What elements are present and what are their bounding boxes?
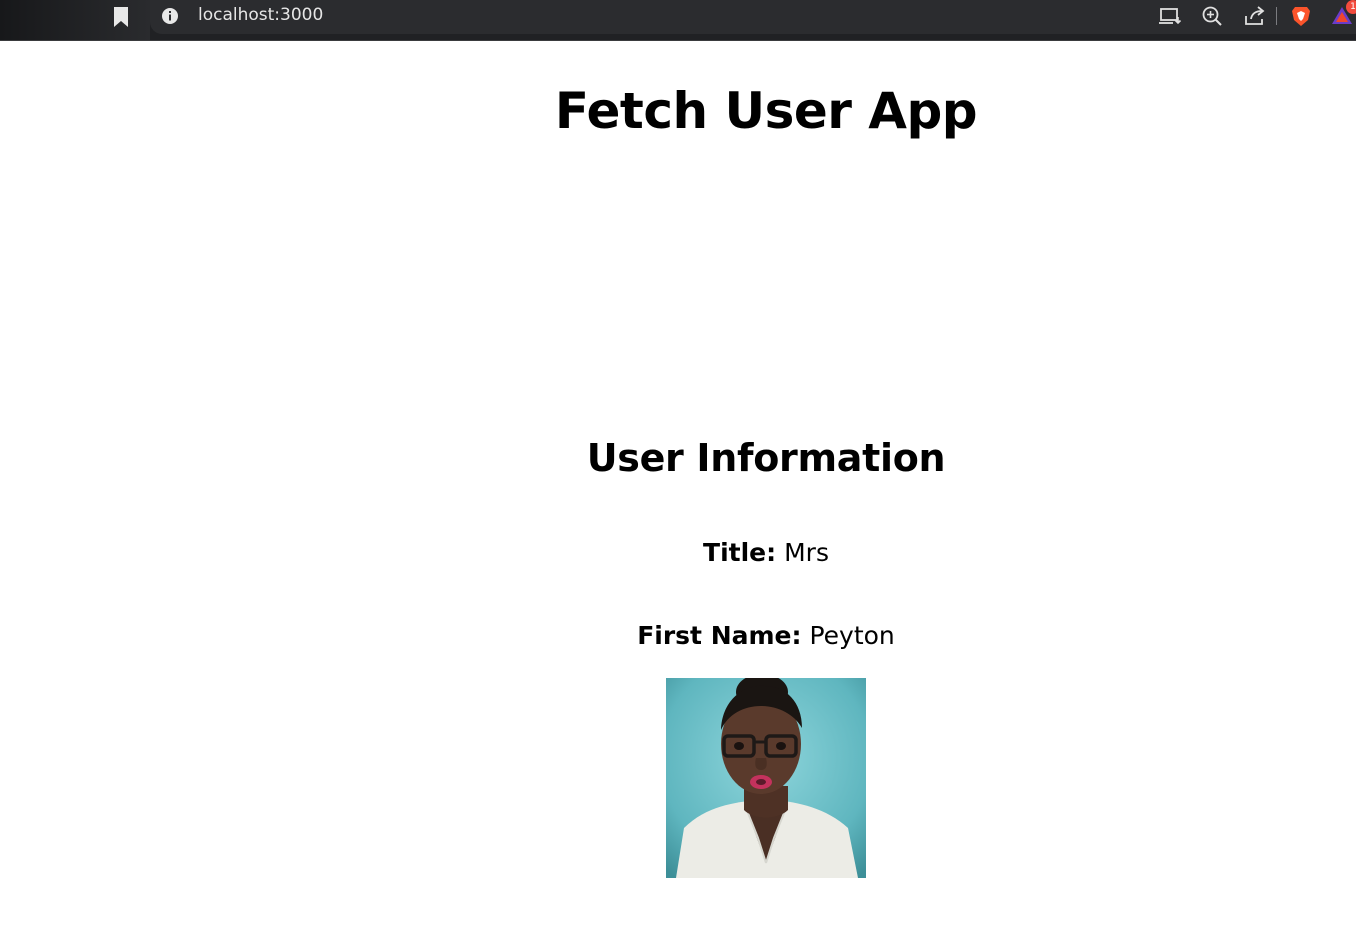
toolbar-separator: [1276, 7, 1277, 25]
browser-toolbar: localhost:3000 1: [0, 0, 1356, 41]
first-name-label: First Name:: [637, 621, 802, 650]
notification-badge: 1: [1346, 0, 1356, 14]
title-field: Title: Mrs: [0, 538, 1356, 567]
section-title: User Information: [586, 436, 946, 480]
title-value: Mrs: [784, 538, 829, 567]
url-text[interactable]: localhost:3000: [198, 4, 323, 26]
page-title: Fetch User App: [554, 82, 978, 140]
brave-shield-icon[interactable]: [1289, 4, 1313, 28]
bookmark-icon[interactable]: [113, 6, 129, 28]
site-info-icon[interactable]: [161, 7, 179, 25]
share-icon[interactable]: [1243, 4, 1267, 28]
install-app-icon[interactable]: [1158, 4, 1182, 28]
user-avatar: [666, 678, 866, 878]
zoom-icon[interactable]: [1200, 4, 1224, 28]
first-name-field: First Name: Peyton: [0, 621, 1356, 650]
title-label: Title:: [703, 538, 777, 567]
first-name-value: Peyton: [809, 621, 895, 650]
user-photo: [666, 678, 866, 878]
